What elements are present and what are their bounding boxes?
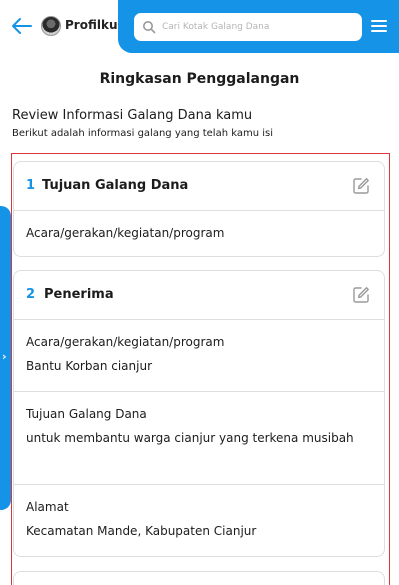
search-input[interactable] [162,13,357,41]
card-title: Penerima [44,287,114,302]
review-title: Review Informasi Galang Dana kamu [12,108,253,123]
card-section: Acara/gerakan/kegiatan/program Bantu Kor… [14,320,384,392]
search-box[interactable] [134,13,362,41]
summary-card-tujuan: 1 Tujuan Galang Dana Acara/gerakan/kegia… [13,161,385,257]
section-value: Kecamatan Mande, Kabupaten Cianjur [26,524,257,538]
avatar[interactable] [41,16,61,36]
card-title: Tujuan Galang Dana [42,178,189,193]
section-label: Alamat [26,500,69,514]
section-label: Acara/gerakan/kegiatan/program [26,335,225,349]
section-label: Tujuan Galang Dana [26,407,147,421]
section-value: untuk membantu warga cianjur yang terken… [26,431,354,445]
back-arrow-icon[interactable] [10,14,34,38]
hamburger-menu-icon[interactable] [371,20,387,33]
edit-icon[interactable] [352,286,370,304]
search-icon [143,21,156,34]
card-section: Alamat Kecamatan Mande, Kabupaten Cianju… [14,485,384,555]
summary-card-penerima: 2 Penerima Acara/gerakan/kegiatan/progra… [13,270,385,557]
card-header: 2 Penerima [14,271,384,320]
card-header: 1 Tujuan Galang Dana [14,162,384,211]
edit-icon[interactable] [352,177,370,195]
summary-card-next [13,571,385,585]
section-label: Acara/gerakan/kegiatan/program [26,226,225,240]
card-number: 1 [26,178,36,193]
chevron-right-icon[interactable]: › [2,350,7,363]
top-bar: Profilku [0,0,399,53]
card-section: Acara/gerakan/kegiatan/program [14,211,384,253]
card-section: Tujuan Galang Dana untuk membantu warga … [14,392,384,485]
page-title: Ringkasan Penggalangan [99,71,300,87]
profile-link[interactable]: Profilku [65,18,118,32]
card-number: 2 [26,287,36,302]
review-subtitle: Berikut adalah informasi galang yang tel… [12,128,273,139]
section-value: Bantu Korban cianjur [26,359,153,373]
